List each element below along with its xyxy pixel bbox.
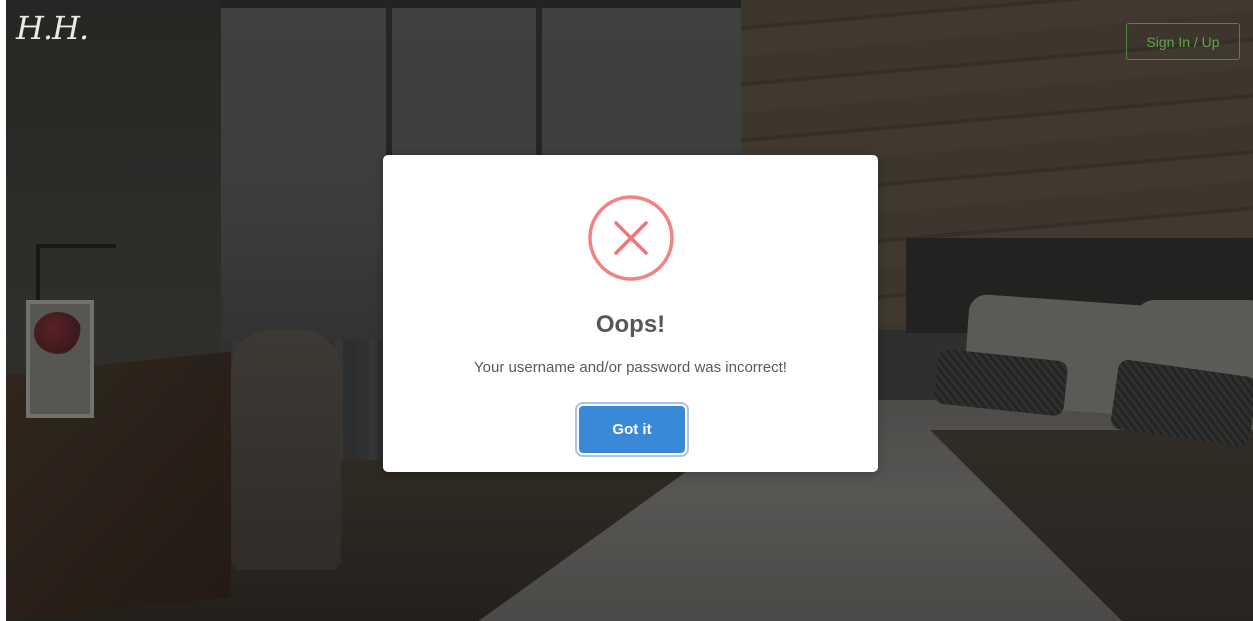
got-it-button[interactable]: Got it [579, 406, 685, 453]
x-circle-icon [588, 195, 674, 281]
sign-in-up-button[interactable]: Sign In / Up [1126, 23, 1240, 60]
error-dialog: Oops! Your username and/or password was … [383, 155, 878, 472]
page-viewport: H.H. Sign In / Up Oops! Your username an… [6, 0, 1253, 621]
dialog-message: Your username and/or password was incorr… [474, 359, 787, 376]
site-logo[interactable]: H.H. [16, 12, 89, 44]
dialog-title: Oops! [595, 311, 666, 338]
